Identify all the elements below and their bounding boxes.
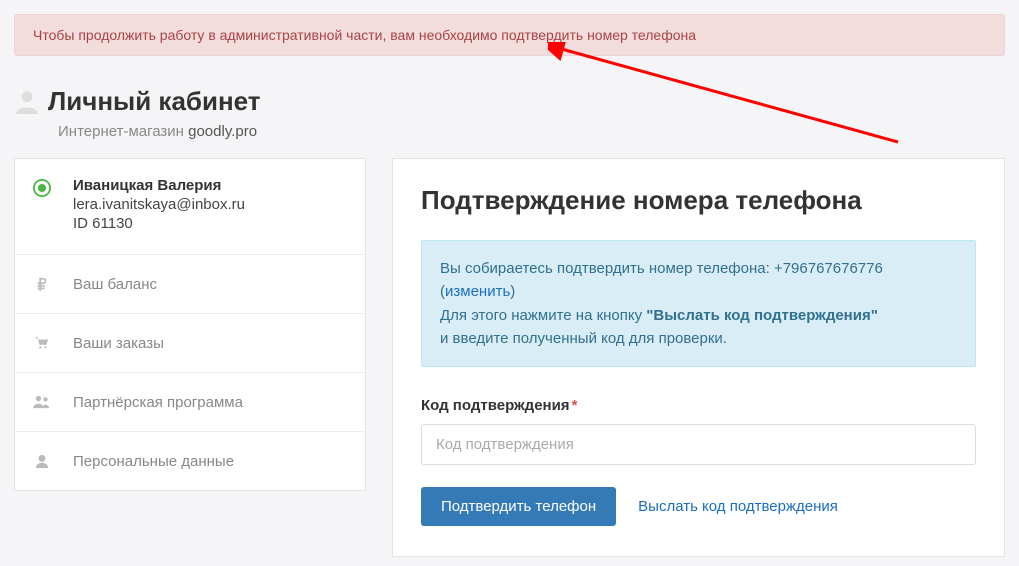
- alert-confirm-phone: Чтобы продолжить работу в административн…: [14, 14, 1005, 56]
- confirm-phone-button[interactable]: Подтвердить телефон: [421, 487, 616, 526]
- code-input[interactable]: [421, 424, 976, 465]
- sidebar-item-personal[interactable]: Персональные данные: [15, 432, 365, 490]
- page-title: Личный кабинет: [48, 86, 261, 117]
- sidebar-item-label: Ваши заказы: [73, 335, 164, 352]
- phone-number: +796767676776: [774, 260, 883, 277]
- shop-name: goodly.pro: [188, 123, 257, 140]
- sidebar-item-label: Персональные данные: [73, 453, 234, 470]
- resend-code-link[interactable]: Выслать код подтверждения: [638, 498, 838, 515]
- user-status-icon: [33, 179, 51, 197]
- info-line1-prefix: Вы собираетесь подтвердить номер телефон…: [440, 260, 774, 277]
- alert-text: Чтобы продолжить работу в административн…: [33, 27, 696, 43]
- sidebar-item-label: Ваш баланс: [73, 276, 157, 293]
- user-name: Иваницкая Валерия: [73, 177, 245, 194]
- user-id: ID 61130: [73, 215, 245, 232]
- info-line2-prefix: Для этого нажмите на кнопку: [440, 307, 646, 324]
- info-box: Вы собираетесь подтвердить номер телефон…: [421, 240, 976, 367]
- avatar-placeholder-icon: [14, 88, 40, 114]
- sidebar: Иваницкая Валерия lera.ivanitskaya@inbox…: [14, 158, 366, 491]
- main-title: Подтверждение номера телефона: [421, 185, 976, 216]
- user-email: lera.ivanitskaya@inbox.ru: [73, 196, 245, 213]
- sidebar-item-partner[interactable]: Партнёрская программа: [15, 373, 365, 432]
- user-icon: [33, 452, 51, 470]
- page-header: Личный кабинет Интернет-магазин goodly.p…: [0, 56, 1019, 158]
- sidebar-item-balance[interactable]: Ваш баланс: [15, 255, 365, 314]
- ruble-icon: [33, 275, 51, 293]
- code-label: Код подтверждения*: [421, 397, 976, 414]
- users-icon: [33, 393, 51, 411]
- subtitle-prefix: Интернет-магазин: [58, 123, 188, 140]
- info-line3: и введите полученный код для проверки.: [440, 327, 957, 350]
- sidebar-user-block: Иваницкая Валерия lera.ivanitskaya@inbox…: [15, 159, 365, 255]
- sidebar-item-label: Партнёрская программа: [73, 394, 243, 411]
- page-subtitle: Интернет-магазин goodly.pro: [58, 123, 261, 140]
- sidebar-item-orders[interactable]: Ваши заказы: [15, 314, 365, 373]
- cart-icon: [33, 334, 51, 352]
- required-asterisk: *: [572, 397, 578, 414]
- code-label-text: Код подтверждения: [421, 397, 570, 414]
- change-phone-link[interactable]: изменить: [445, 283, 510, 300]
- main-panel: Подтверждение номера телефона Вы собирае…: [392, 158, 1005, 557]
- info-button-ref: "Выслать код подтверждения": [646, 307, 878, 324]
